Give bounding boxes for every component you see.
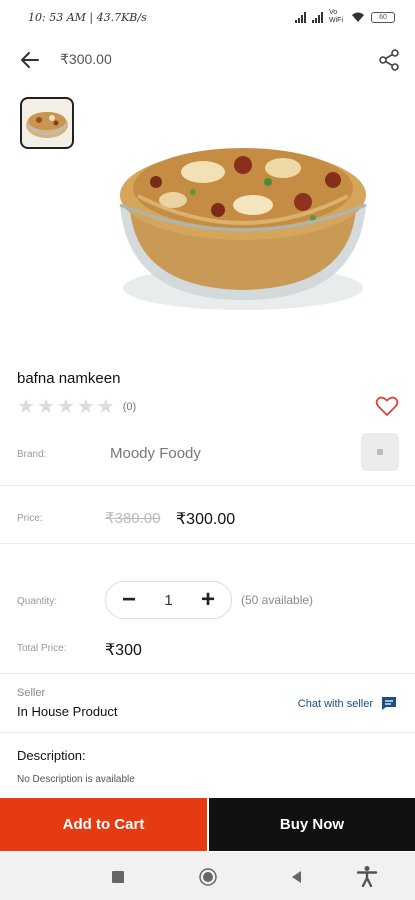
signal-icon <box>295 11 306 23</box>
thumbnail-image <box>26 112 68 138</box>
product-thumbnail[interactable] <box>20 97 74 149</box>
divider <box>0 543 415 544</box>
description-title: Description: <box>17 748 86 763</box>
buy-now-button[interactable]: Buy Now <box>209 798 415 851</box>
status-icons: Vo WiFi 60 <box>295 9 395 25</box>
chat-icon <box>382 697 396 710</box>
divider <box>0 673 415 674</box>
rating-count: (0) <box>122 401 137 413</box>
chat-with-seller-button[interactable]: Chat with seller <box>298 696 397 711</box>
brand-value[interactable]: Moody Foody <box>110 445 201 462</box>
recents-icon[interactable] <box>108 867 128 887</box>
star-icon: ★ <box>56 396 75 418</box>
total-price-value: ₹300 <box>105 642 142 659</box>
signal-icon-2 <box>312 11 323 23</box>
available-count: (50 available) <box>241 593 314 607</box>
battery-icon: 60 <box>371 11 395 23</box>
back-nav-icon[interactable] <box>287 867 307 887</box>
divider <box>0 485 415 486</box>
brand-label: Brand: <box>17 449 47 460</box>
quantity-stepper: − 1 + <box>105 581 232 619</box>
page-title: ₹300.00 <box>60 51 112 67</box>
seller-name: In House Product <box>17 704 118 719</box>
accessibility-icon[interactable] <box>356 865 378 887</box>
share-icon[interactable] <box>377 48 401 72</box>
rating-stars: ★ ★ ★ ★ ★ (0) <box>17 397 136 417</box>
app-bar: ₹300.00 <box>0 40 415 80</box>
star-icon: ★ <box>36 396 55 418</box>
brand-logo <box>361 433 399 471</box>
quantity-label: Quantity: <box>17 596 58 607</box>
description-text: No Description is available <box>17 774 135 785</box>
seller-label: Seller <box>17 687 46 699</box>
star-icon: ★ <box>17 396 35 418</box>
heart-icon[interactable] <box>375 395 399 417</box>
home-icon[interactable] <box>198 867 218 887</box>
current-price: ₹300.00 <box>176 511 236 528</box>
divider <box>0 732 415 733</box>
price-label: Price: <box>17 513 43 524</box>
add-to-cart-button[interactable]: Add to Cart <box>0 798 207 851</box>
product-image <box>108 110 378 332</box>
chat-with-seller-label: Chat with seller <box>297 697 373 710</box>
arrow-left-icon[interactable] <box>18 48 42 72</box>
system-nav-bar <box>0 852 415 900</box>
status-time-speed: 10: 53 AM | 43.7KB/s <box>28 11 147 24</box>
old-price: ₹380.00 <box>105 510 161 527</box>
total-price-label: Total Price: <box>17 643 67 654</box>
status-bar: 10: 53 AM | 43.7KB/s Vo WiFi 60 <box>0 0 415 36</box>
product-name: bafna namkeen <box>17 370 121 387</box>
star-icon: ★ <box>96 396 115 418</box>
increase-button[interactable]: + <box>195 588 221 614</box>
vowifi-label: Vo WiFi <box>329 9 343 24</box>
star-icon: ★ <box>76 396 95 418</box>
wifi-icon <box>352 12 364 22</box>
